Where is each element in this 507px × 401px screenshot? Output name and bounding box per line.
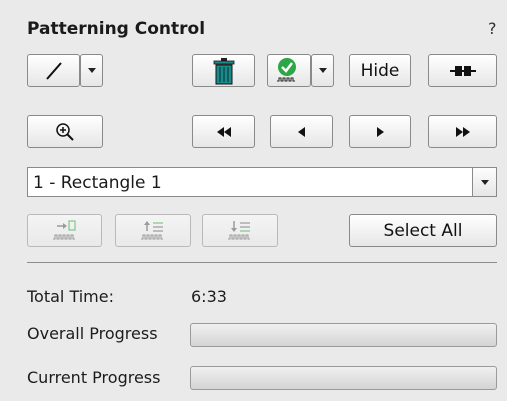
current-progress-bar <box>190 366 497 390</box>
move-up-button[interactable] <box>115 214 191 247</box>
total-time-value: 6:33 <box>191 287 227 306</box>
connect-button[interactable] <box>428 54 497 87</box>
divider <box>27 262 497 263</box>
zoom-button[interactable] <box>27 115 103 148</box>
overall-progress-label: Overall Progress <box>27 324 158 343</box>
chevron-down-icon <box>87 68 96 73</box>
previous-button[interactable] <box>270 115 333 148</box>
last-button[interactable] <box>428 115 497 148</box>
line-icon <box>45 61 62 80</box>
total-time-label: Total Time: <box>27 287 114 306</box>
select-all-button[interactable]: Select All <box>349 214 497 247</box>
arrow-left-icon <box>298 126 305 137</box>
skip-back-icon <box>216 126 231 137</box>
move-up-icon <box>141 220 163 239</box>
line-tool-button[interactable] <box>27 54 80 87</box>
hide-button[interactable]: Hide <box>349 54 411 87</box>
chevron-down-icon <box>480 179 489 185</box>
validate-dropdown-button[interactable] <box>311 54 334 87</box>
overall-progress-bar <box>190 323 497 347</box>
pattern-select[interactable]: 1 - Rectangle 1 <box>27 167 497 197</box>
move-to-pattern-button[interactable] <box>27 214 102 247</box>
delete-button[interactable] <box>192 54 255 87</box>
skip-forward-icon <box>455 126 470 137</box>
line-tool-dropdown-button[interactable] <box>80 54 103 87</box>
move-down-icon <box>228 220 250 239</box>
current-progress-label: Current Progress <box>27 368 161 387</box>
patterning-control-panel: Patterning Control ? Hide 1 - Rectangle … <box>0 0 507 401</box>
pattern-select-dropdown-button[interactable] <box>472 168 496 196</box>
help-button[interactable]: ? <box>488 19 497 38</box>
panel-title: Patterning Control <box>27 19 206 39</box>
pattern-select-value: 1 - Rectangle 1 <box>33 173 162 193</box>
arrow-right-icon <box>376 126 384 137</box>
trash-icon <box>213 57 234 84</box>
check-icon <box>277 57 296 81</box>
zoom-in-icon <box>56 122 74 141</box>
move-down-button[interactable] <box>202 214 278 247</box>
next-button[interactable] <box>349 115 411 148</box>
first-button[interactable] <box>192 115 255 148</box>
validate-button[interactable] <box>267 54 311 87</box>
connect-icon <box>449 65 476 76</box>
move-to-icon <box>52 219 76 239</box>
chevron-down-icon <box>318 68 327 73</box>
